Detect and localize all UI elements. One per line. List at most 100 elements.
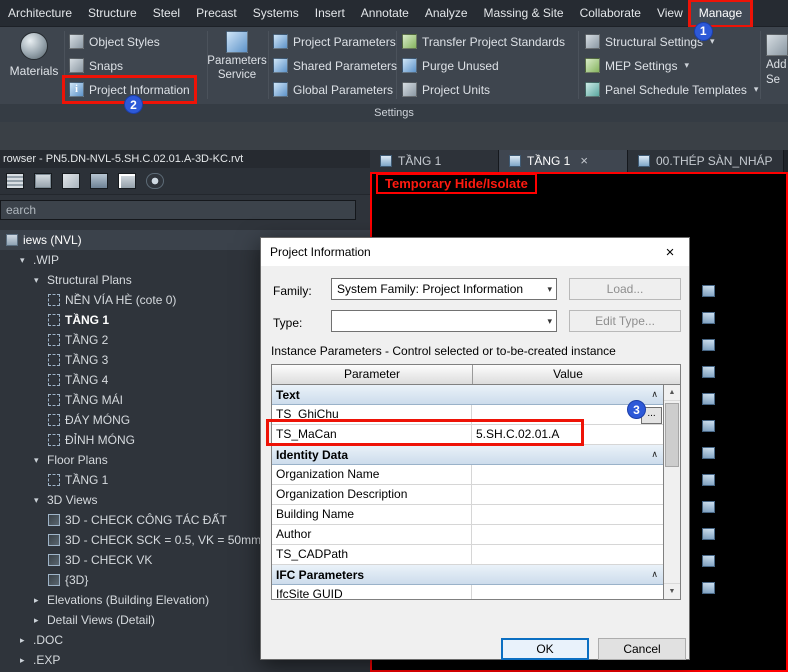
collapse-chevron-icon[interactable]: ∧ — [651, 569, 658, 580]
dropdown-icon[interactable]: ▾ — [547, 279, 552, 299]
param-group-label: Text — [276, 388, 300, 402]
object-styles-button[interactable]: Object Styles — [66, 31, 193, 52]
param-value-cell[interactable] — [472, 465, 663, 484]
ribbon-tab-precast[interactable]: Precast — [188, 2, 245, 25]
collapsed-arrow-icon[interactable]: ▸ — [34, 595, 47, 606]
expanded-arrow-icon[interactable]: ▾ — [34, 455, 47, 466]
parameters-service-label-2: Service — [218, 69, 256, 81]
link-icon[interactable] — [146, 173, 164, 189]
param-row-building-name: Building Name — [272, 505, 663, 525]
expanded-arrow-icon[interactable]: ▾ — [34, 275, 47, 286]
param-group-text[interactable]: Text ∧ — [272, 385, 663, 405]
ribbon-tab-insert[interactable]: Insert — [307, 2, 353, 25]
ribbon-tab-systems[interactable]: Systems — [245, 2, 307, 25]
3d-view-icon — [48, 514, 60, 526]
collapse-chevron-icon[interactable]: ∧ — [651, 449, 658, 460]
options-bar — [0, 122, 788, 150]
dropdown-arrow-icon: ▾ — [684, 60, 689, 71]
ribbon-tab-view[interactable]: View — [649, 2, 691, 25]
ribbon-tab-architecture[interactable]: Architecture — [0, 2, 80, 25]
edit-type-button[interactable]: Edit Type... — [569, 310, 681, 332]
structural-settings-label: Structural Settings — [605, 35, 703, 49]
ribbon-tab-label: Precast — [196, 6, 237, 20]
structural-settings-button[interactable]: Structural Settings ▾ — [582, 31, 761, 52]
collapsed-arrow-icon[interactable]: ▸ — [34, 615, 47, 626]
ok-button[interactable]: OK — [501, 638, 589, 660]
ribbon-tab-steel[interactable]: Steel — [145, 2, 188, 25]
floor-plan-icon — [48, 474, 60, 486]
view-tab-t-ng-1[interactable]: TẦNG 1× — [499, 150, 628, 172]
expanded-arrow-icon[interactable]: ▾ — [34, 495, 47, 506]
ribbon-tab-analyze[interactable]: Analyze — [417, 2, 476, 25]
snaps-label: Snaps — [89, 59, 123, 73]
purge-unused-button[interactable]: Purge Unused — [399, 55, 568, 76]
param-value-cell[interactable] — [472, 545, 663, 564]
collapsed-arrow-icon[interactable]: ▸ — [20, 635, 33, 646]
collapsed-arrow-icon[interactable]: ▸ — [20, 655, 33, 666]
column-header-value[interactable]: Value — [473, 365, 663, 384]
dialog-title-bar: Project Information × — [261, 238, 689, 266]
scroll-up-icon[interactable]: ▲ — [664, 385, 680, 401]
transfer-project-standards-button[interactable]: Transfer Project Standards — [399, 31, 568, 52]
project-parameters-button[interactable]: Project Parameters — [270, 31, 400, 52]
param-value-cell[interactable] — [472, 485, 663, 504]
close-view-icon[interactable]: × — [580, 155, 588, 167]
param-row-ts-cadpath: TS_CADPath — [272, 545, 663, 565]
snaps-icon — [69, 58, 84, 73]
param-value-cell[interactable] — [472, 505, 663, 524]
view-plan-icon — [380, 155, 392, 167]
ribbon-tab-annotate[interactable]: Annotate — [353, 2, 417, 25]
param-group-label: Identity Data — [276, 448, 348, 462]
new-sheet-icon[interactable] — [62, 173, 80, 189]
cancel-button[interactable]: Cancel — [598, 638, 686, 660]
ribbon-tab-massing-site[interactable]: Massing & Site — [476, 2, 572, 25]
duplicate-icon[interactable] — [118, 173, 136, 189]
param-value-cell[interactable] — [472, 585, 663, 599]
structural-settings-icon — [585, 34, 600, 49]
expanded-arrow-icon[interactable]: ▾ — [20, 255, 33, 266]
project-parameters-icon — [273, 34, 288, 49]
parameters-service-button[interactable]: Parameters Service — [208, 31, 266, 81]
param-name: Author — [272, 525, 472, 544]
list-view-icon[interactable] — [6, 173, 24, 189]
tree-item-label: TẦNG MÁI — [65, 393, 123, 407]
ribbon-tab-manage[interactable]: Manage1 — [691, 2, 750, 25]
param-group-ifc-parameters[interactable]: IFC Parameters∧ — [272, 565, 663, 585]
table-scrollbar[interactable]: ▲ ▼ — [663, 385, 680, 599]
project-units-button[interactable]: Project Units — [399, 79, 568, 100]
param-value-cell[interactable] — [472, 525, 663, 544]
project-information-button[interactable]: Project Information 2 — [66, 79, 193, 100]
additional-settings-button[interactable]: Add Se — [764, 34, 788, 86]
snaps-button[interactable]: Snaps — [66, 55, 193, 76]
ribbon-tab-structure[interactable]: Structure — [80, 2, 145, 25]
scrollbar-thumb[interactable] — [665, 403, 679, 467]
view-tab-t-ng-1[interactable]: TẦNG 1 — [370, 150, 499, 172]
view-tab-00-th-p-s-n-nh-p[interactable]: 00.THÉP SÀN_NHÁP — [628, 150, 784, 172]
browser-search-input[interactable] — [0, 200, 356, 220]
save-icon[interactable] — [90, 173, 108, 189]
close-dialog-icon[interactable]: × — [651, 244, 689, 261]
family-select[interactable]: System Family: Project Information ▾ — [331, 278, 557, 300]
materials-button[interactable]: Materials — [6, 32, 62, 78]
global-parameters-button[interactable]: Global Parameters — [270, 79, 400, 100]
table-header-row: Parameter Value — [272, 365, 680, 385]
dropdown-icon[interactable]: ▾ — [547, 311, 552, 331]
tree-item-label: ĐỈNH MÓNG — [65, 433, 135, 447]
mep-settings-button[interactable]: MEP Settings ▾ — [582, 55, 761, 76]
collapse-chevron-icon[interactable]: ∧ — [651, 389, 658, 400]
schedule-view-icon — [702, 312, 715, 324]
load-button[interactable]: Load... — [569, 278, 681, 300]
tree-item-label: TẦNG 2 — [65, 333, 108, 347]
type-select[interactable]: ▾ — [331, 310, 557, 332]
additional-settings-icon — [766, 34, 788, 56]
column-header-parameter[interactable]: Parameter — [272, 365, 473, 384]
object-styles-label: Object Styles — [89, 35, 160, 49]
param-group-identity-data[interactable]: Identity Data ∧ — [272, 445, 663, 465]
ribbon-tab-collaborate[interactable]: Collaborate — [572, 2, 649, 25]
scroll-down-icon[interactable]: ▼ — [664, 583, 680, 599]
param-row-organization-description: Organization Description — [272, 485, 663, 505]
param-value-cell[interactable]: 5.SH.C.02.01.A — [472, 425, 663, 444]
panel-schedule-templates-button[interactable]: Panel Schedule Templates ▾ — [582, 79, 761, 100]
schedule-view-icon[interactable] — [34, 173, 52, 189]
shared-parameters-button[interactable]: Shared Parameters — [270, 55, 400, 76]
